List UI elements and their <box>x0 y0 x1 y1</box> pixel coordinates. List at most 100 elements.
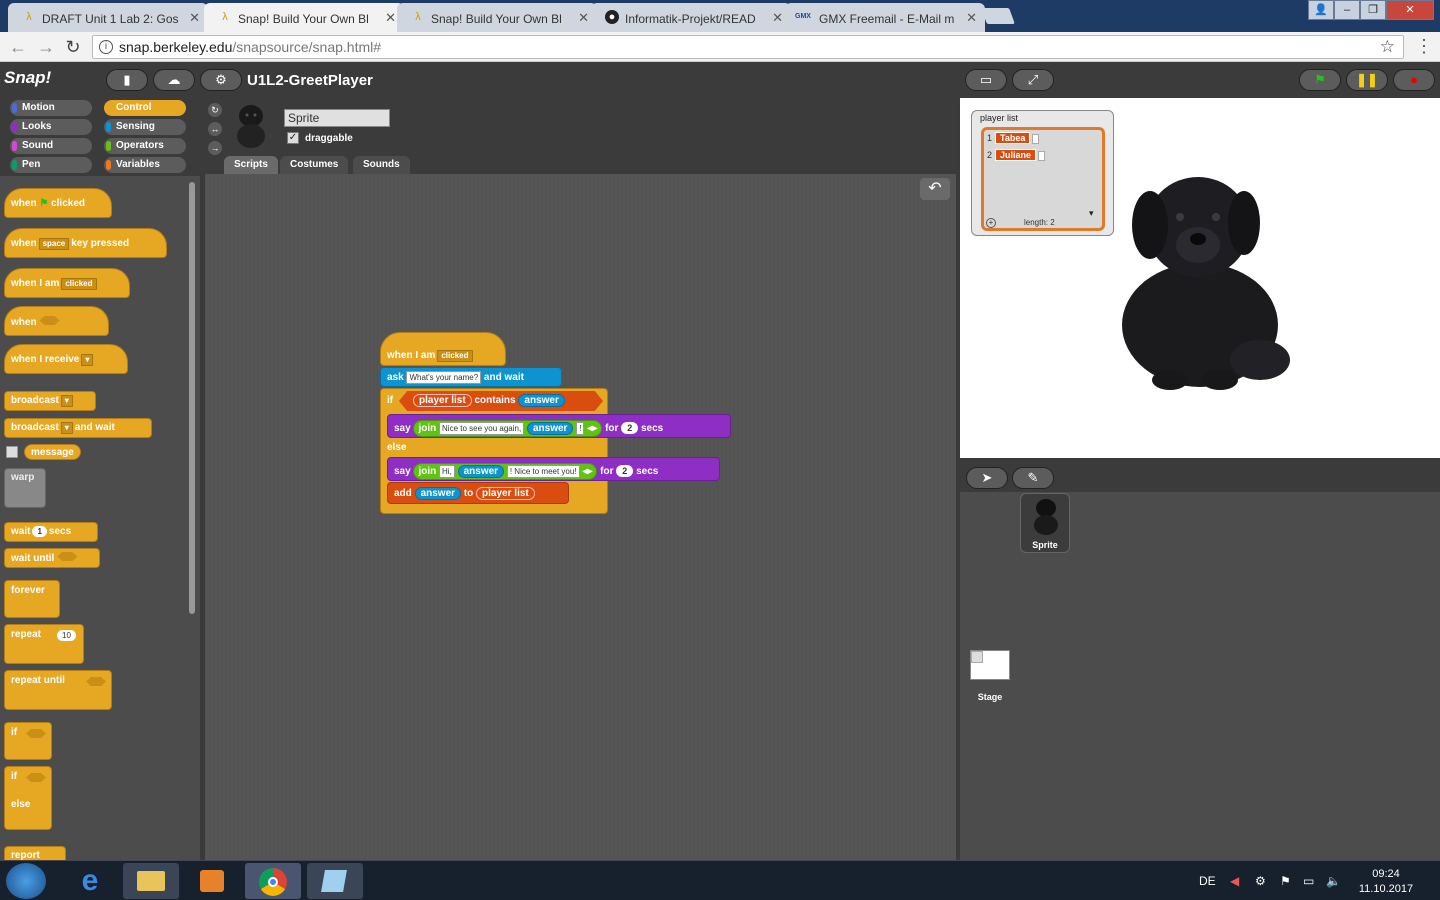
scripting-area[interactable] <box>205 174 956 860</box>
start-button[interactable] <box>6 863 46 899</box>
block-if[interactable]: if <box>4 722 52 760</box>
category-sound[interactable]: Sound <box>10 138 92 154</box>
reporter-message[interactable]: message <box>24 444 81 460</box>
settings-button[interactable]: ⚙ <box>200 69 242 91</box>
block-when-flag-clicked[interactable]: when ⚑ clicked <box>4 188 112 218</box>
seconds-input[interactable]: 2 <box>616 465 634 477</box>
list-cell[interactable]: Tabea <box>995 132 1031 144</box>
interaction-dropdown[interactable]: clicked <box>437 350 473 362</box>
list-item[interactable]: 2 Juliane <box>987 149 1046 161</box>
close-icon[interactable]: ✕ <box>385 10 396 26</box>
boolean-slot[interactable] <box>57 552 78 561</box>
category-variables[interactable]: Variables <box>104 157 186 173</box>
browser-menu-icon[interactable]: ⋮ <box>1415 36 1433 57</box>
list-resize-icon[interactable]: ▾ <box>1089 208 1094 219</box>
chrome-icon[interactable] <box>245 863 301 899</box>
category-operators[interactable]: Operators <box>104 138 186 154</box>
category-sensing[interactable]: Sensing <box>104 119 186 135</box>
category-pen[interactable]: Pen <box>10 157 92 173</box>
cloud-button[interactable]: ☁ <box>153 69 195 91</box>
draggable-checkbox[interactable]: ✓ <box>287 132 299 144</box>
close-icon[interactable]: ✕ <box>189 10 200 26</box>
block-when-i-receive[interactable]: when I receive ▾ <box>4 344 128 374</box>
tab-scripts[interactable]: Scripts <box>224 156 278 174</box>
script-say-for-block-2[interactable]: say join Hi, answer ! Nice to meet you! … <box>387 457 720 481</box>
url-input[interactable]: i snap.berkeley.edu/snapsource/snap.html… <box>92 35 1404 59</box>
key-dropdown[interactable]: space <box>38 238 70 250</box>
join-reporter[interactable]: join Hi, answer ! Nice to meet you! ◂▸ <box>413 463 598 480</box>
window-close-button[interactable]: ✕ <box>1386 0 1434 20</box>
close-icon[interactable]: ✕ <box>966 10 977 26</box>
list-watcher[interactable]: player list 1 Tabea 2 Juliane + length: 2 … <box>971 110 1114 236</box>
contains-predicate[interactable]: player list contains answer <box>399 391 603 411</box>
new-turtle-sprite-button[interactable]: ➤ <box>966 467 1008 489</box>
message-checkbox[interactable] <box>6 446 18 458</box>
volume-icon[interactable]: 🔈 <box>1326 874 1341 888</box>
block-forever[interactable]: forever <box>4 580 60 618</box>
answer-reporter[interactable]: answer <box>414 487 462 500</box>
answer-reporter[interactable]: answer <box>457 465 505 478</box>
rotate-leftright-icon[interactable]: ↔ <box>208 122 222 136</box>
ask-question-input[interactable]: What's your name? <box>406 371 482 384</box>
boolean-slot[interactable] <box>26 773 46 782</box>
category-control[interactable]: Control <box>104 100 186 116</box>
tab-draft-unit[interactable]: λ DRAFT Unit 1 Lab 2: Gos ✕ <box>8 3 208 32</box>
close-icon[interactable]: ✕ <box>578 10 589 26</box>
player-list-reporter[interactable]: player list <box>413 394 472 407</box>
block-wait-secs[interactable]: wait 1 secs <box>4 522 98 542</box>
block-repeat-until[interactable]: repeat until <box>4 670 112 710</box>
sprite-corral-icon[interactable]: Sprite <box>1020 493 1070 553</box>
app-icon[interactable] <box>307 863 363 899</box>
block-report[interactable]: report <box>4 846 66 860</box>
paint-new-sprite-button[interactable]: ✎ <box>1012 467 1054 489</box>
rotate-free-icon[interactable]: ↻ <box>208 103 222 117</box>
clock[interactable]: 09:24 11.10.2017 <box>1350 867 1422 897</box>
user-icon[interactable]: 👤 <box>1308 0 1334 20</box>
block-if-else[interactable]: if else <box>4 766 52 830</box>
message-dropdown[interactable]: ▾ <box>60 395 73 407</box>
internet-explorer-icon[interactable]: e <box>62 863 118 899</box>
reload-icon[interactable]: ↻ <box>63 37 83 58</box>
arrows-icon[interactable]: ◂▸ <box>587 423 597 434</box>
new-tab-button[interactable] <box>981 8 1015 24</box>
answer-reporter[interactable]: answer <box>518 394 565 407</box>
stop-button[interactable]: ● <box>1393 69 1435 91</box>
block-when-condition[interactable]: when <box>4 306 109 336</box>
monitor-icon[interactable]: ▭ <box>1303 874 1314 888</box>
script-say-for-block-1[interactable]: say join Nice to see you again, answer !… <box>387 414 731 438</box>
answer-reporter[interactable]: answer <box>526 422 574 435</box>
flag-icon[interactable]: ⚑ <box>1280 874 1291 888</box>
close-icon[interactable]: ✕ <box>772 10 783 26</box>
tray-arrow-icon[interactable]: ◀ <box>1230 874 1239 888</box>
category-looks[interactable]: Looks <box>10 119 92 135</box>
minimize-button[interactable]: – <box>1334 0 1360 20</box>
sprite-name-input[interactable]: Sprite <box>284 109 390 127</box>
arrows-icon[interactable]: ◂▸ <box>582 466 592 477</box>
stage-size-button[interactable]: ▭ <box>965 69 1007 91</box>
message-dropdown[interactable]: ▾ <box>60 422 73 434</box>
block-broadcast-and-wait[interactable]: broadcast ▾ and wait <box>4 418 152 438</box>
block-when-i-am[interactable]: when I am clicked <box>4 268 130 298</box>
info-icon[interactable]: i <box>99 40 113 54</box>
palette-scrollbar[interactable] <box>189 182 195 614</box>
tab-github[interactable]: ● Informatik-Projekt/READ ✕ <box>591 3 791 32</box>
stage-thumbnail[interactable] <box>970 650 1010 680</box>
maximize-button[interactable]: ❐ <box>1360 0 1386 20</box>
green-flag-button[interactable]: ⚑ <box>1299 69 1341 91</box>
undo-button[interactable]: ↶ <box>920 178 950 200</box>
list-item[interactable]: 1 Tabea <box>987 132 1040 144</box>
join-text-input[interactable]: ! Nice to meet you! <box>506 465 580 478</box>
boolean-slot[interactable] <box>39 316 60 325</box>
tab-snap-2[interactable]: λ Snap! Build Your Own Bl ✕ <box>397 3 597 32</box>
network-icon[interactable]: ⚙ <box>1255 874 1266 888</box>
script-hat-when-i-am[interactable]: when I am clicked <box>380 332 506 366</box>
player-list-reporter[interactable]: player list <box>476 487 535 500</box>
pause-button[interactable]: ❚❚ <box>1346 69 1388 91</box>
seconds-input[interactable]: 1 <box>32 526 47 537</box>
block-repeat[interactable]: repeat 10 <box>4 624 84 664</box>
language-indicator[interactable]: DE <box>1199 874 1216 888</box>
puppy-sprite[interactable] <box>1110 165 1290 395</box>
join-text-input[interactable]: Nice to see you again, <box>439 422 525 435</box>
tab-costumes[interactable]: Costumes <box>280 156 349 174</box>
block-warp[interactable]: warp <box>4 468 46 508</box>
